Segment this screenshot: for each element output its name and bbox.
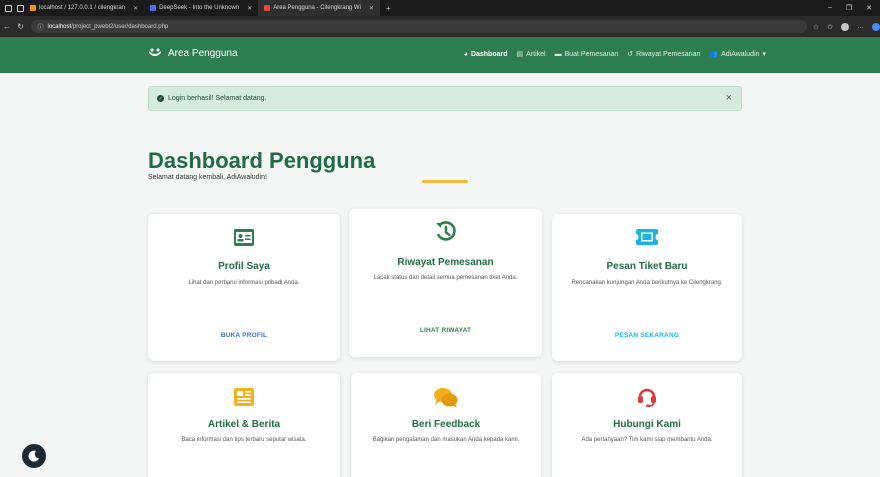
window-menu-icon[interactable] xyxy=(5,4,12,12)
nav-link-artikel[interactable]: ▤ Artikel xyxy=(516,50,546,59)
newspaper-icon xyxy=(234,388,254,406)
card-title: Profil Saya xyxy=(218,261,270,272)
deepseek-favicon-icon xyxy=(150,5,157,11)
nav-link-riwayat[interactable]: ↺ Riwayat Pemesanan xyxy=(627,50,700,59)
back-icon[interactable]: ← xyxy=(0,22,14,31)
alert-message: Login berhasil! Selamat datang. xyxy=(168,95,267,102)
window-controls: – ❐ ✕ xyxy=(828,4,880,12)
url-host: localhost xyxy=(47,23,72,30)
card-pesan-tiket-baru[interactable]: Pesan Tiket Baru Rencanakan kunjungan An… xyxy=(552,214,742,361)
app-navbar: Area Pengguna ◕ Dashboard ▤ Artikel ▬ Bu… xyxy=(0,37,880,73)
headset-icon xyxy=(638,388,656,407)
card-description: Baca informasi dan tips terbaru seputar … xyxy=(181,437,307,443)
url-path: /project_pwebl2/user/dashboard.php xyxy=(71,23,169,30)
chevron-down-icon: ▾ xyxy=(762,51,766,58)
gauge-icon: ◕ xyxy=(463,50,468,58)
id-card-icon xyxy=(234,229,254,246)
card-description: Lihat dan perbarui informasi pribadi And… xyxy=(188,280,300,286)
browser-tab-strip: localhost / 127.0.0.1 / cilengkran ✕ Dee… xyxy=(0,0,880,16)
bookmark-star-icon[interactable]: ☆ xyxy=(813,23,819,31)
url-field[interactable]: ⓘ localhost/project_pwebl2/user/dashboar… xyxy=(31,20,807,33)
close-tab-icon[interactable]: ✕ xyxy=(369,5,374,12)
phpmyadmin-favicon-icon xyxy=(30,5,36,11)
brand[interactable]: Area Pengguna xyxy=(148,47,238,59)
card-title: Riwayat Pemesanan xyxy=(397,257,494,268)
page-subtitle: Selamat datang kembali, AdiAwaludin! xyxy=(148,174,267,181)
card-description: Bagikan pengalaman dan masukan Anda kepa… xyxy=(372,437,520,443)
card-title: Pesan Tiket Baru xyxy=(606,261,688,272)
site-favicon-icon xyxy=(264,5,271,11)
minimize-icon[interactable]: – xyxy=(828,4,832,12)
new-tab-icon[interactable]: + xyxy=(386,4,391,13)
users-icon: 👥 xyxy=(709,51,719,58)
card-title: Hubungi Kami xyxy=(613,419,681,430)
brand-label: Area Pengguna xyxy=(168,47,238,59)
nav-link-buat-pemesanan[interactable]: ▬ Buat Pemesanan xyxy=(555,51,619,58)
tab-label: localhost / 127.0.0.1 / cilengkran xyxy=(39,5,126,11)
profile-icon[interactable] xyxy=(840,22,849,31)
moon-icon xyxy=(28,450,39,462)
ticket-icon xyxy=(636,229,658,245)
nav-links: ◕ Dashboard ▤ Artikel ▬ Buat Pemesanan ↺… xyxy=(464,50,766,59)
close-tab-icon[interactable]: ✕ xyxy=(247,5,252,12)
history-icon: ↺ xyxy=(627,51,634,58)
site-info-icon[interactable]: ⓘ xyxy=(37,22,43,31)
card-title: Beri Feedback xyxy=(411,419,481,430)
pesan-sekarang-link[interactable]: PESAN SEKARANG xyxy=(552,332,742,339)
comments-icon xyxy=(434,388,458,408)
tab-label: DeepSeek - Into the Unknown xyxy=(159,5,240,11)
card-description: Ada pertanyaan? Tim kami siap membantu A… xyxy=(581,437,713,443)
brand-logo-icon xyxy=(149,48,161,56)
dark-mode-toggle-button[interactable] xyxy=(22,444,46,468)
reload-icon[interactable]: ↻ xyxy=(14,22,28,31)
card-profil-saya[interactable]: Profil Saya Lihat dan perbarui informasi… xyxy=(148,214,340,361)
newspaper-icon: ▤ xyxy=(516,51,524,58)
browser-tab[interactable]: DeepSeek - Into the Unknown ✕ xyxy=(144,0,258,16)
ticket-icon: ▬ xyxy=(554,50,562,58)
extension-icon[interactable] xyxy=(871,22,880,31)
close-window-icon[interactable]: ✕ xyxy=(866,4,872,12)
browser-address-bar: ← ↻ ⓘ localhost/project_pwebl2/user/dash… xyxy=(0,16,880,37)
browser-tab[interactable]: localhost / 127.0.0.1 / cilengkran ✕ xyxy=(24,0,144,16)
card-description: Rencanakan kunjungan Anda berikutnya ke … xyxy=(571,280,723,286)
card-title: Artikel & Berita xyxy=(207,419,281,430)
buka-profil-link[interactable]: BUKA PROFIL xyxy=(148,332,340,339)
browser-tab-active[interactable]: Area Pengguna - Cilengkrang Wi ✕ xyxy=(258,0,380,16)
title-underline-accent xyxy=(422,180,468,183)
card-beri-feedback[interactable]: Beri Feedback Bagikan pengalaman dan mas… xyxy=(351,373,541,477)
nav-link-dashboard[interactable]: ◕ Dashboard xyxy=(464,51,508,58)
check-circle-icon: ✓ xyxy=(157,95,164,102)
nav-user-dropdown[interactable]: 👥 AdiAwaludin ▾ xyxy=(709,50,766,59)
card-description: Lacak status dan detail semua pemesanan … xyxy=(373,275,518,281)
close-tab-icon[interactable]: ✕ xyxy=(133,5,138,12)
restore-icon[interactable]: ❐ xyxy=(846,4,852,12)
tab-actions-icon[interactable] xyxy=(17,4,24,12)
card-artikel-berita[interactable]: Artikel & Berita Baca informasi dan tips… xyxy=(148,373,340,477)
card-hubungi-kami[interactable]: Hubungi Kami Ada pertanyaan? Tim kami si… xyxy=(552,373,742,477)
tab-label: Area Pengguna - Cilengkrang Wi xyxy=(273,5,361,11)
login-success-alert: ✓ Login berhasil! Selamat datang. × xyxy=(148,86,742,111)
more-icon[interactable]: … xyxy=(857,23,864,30)
lihat-riwayat-link[interactable]: LIHAT RIWAYAT xyxy=(349,327,542,334)
alert-close-button[interactable]: × xyxy=(726,92,732,104)
page-title: Dashboard Pengguna xyxy=(148,148,376,173)
favorites-icon[interactable]: ✩ xyxy=(827,23,833,31)
history-icon xyxy=(435,221,456,241)
card-riwayat-pemesanan[interactable]: Riwayat Pemesanan Lacak status dan detai… xyxy=(349,209,542,357)
